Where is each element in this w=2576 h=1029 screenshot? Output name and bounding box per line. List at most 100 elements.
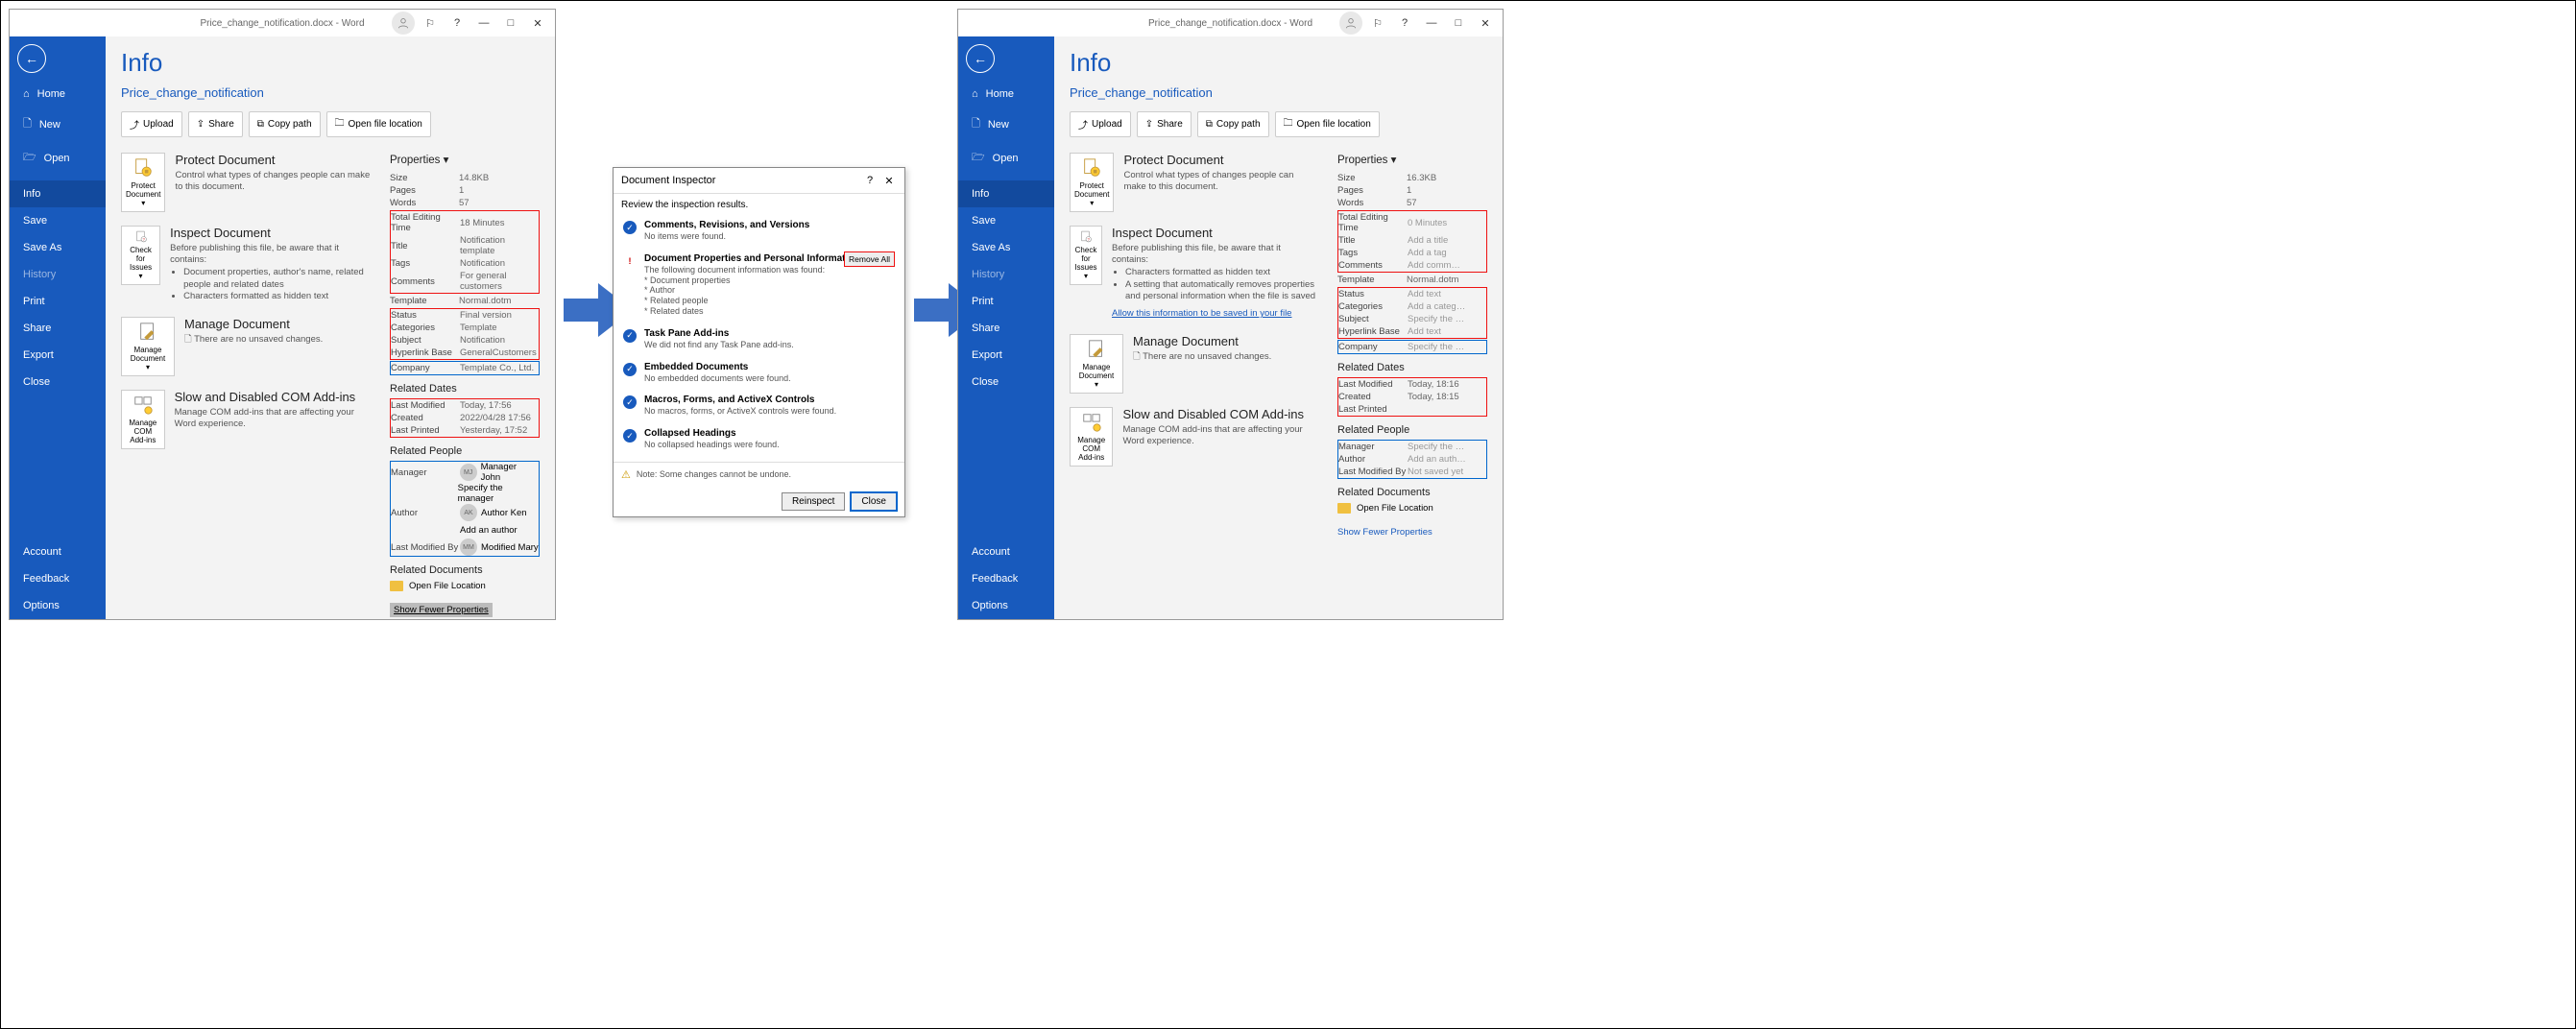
close-icon[interactable]: ✕ <box>524 12 551 35</box>
properties-header[interactable]: Properties ▾ <box>1337 153 1487 166</box>
prop-row: Last ModifiedToday, 18:16 <box>1338 378 1486 391</box>
home-icon: ⌂ <box>972 88 978 100</box>
nav-export[interactable]: Export <box>10 342 106 369</box>
nav-feedback[interactable]: Feedback <box>10 565 106 592</box>
nav-export[interactable]: Export <box>958 342 1054 369</box>
inspector-result: ✓Task Pane Add-insWe did not find any Ta… <box>621 323 897 356</box>
account-icon[interactable] <box>392 12 415 35</box>
prop-row: Total Editing Time0 Minutes <box>1338 211 1486 234</box>
close-icon[interactable]: ✕ <box>881 174 897 187</box>
word-window-after: Price_change_notification.docx - Word ⚐ … <box>957 9 1504 620</box>
nav-open[interactable]: 🗁Open <box>10 141 106 175</box>
nav-history: History <box>958 261 1054 288</box>
inspector-result: ✓Embedded DocumentsNo embedded documents… <box>621 356 897 390</box>
manage-document-button[interactable]: Manage Document ▾ <box>1070 334 1123 394</box>
open-file-location-link[interactable]: Open File Location <box>1337 502 1487 514</box>
nav-home[interactable]: ⌂Home <box>10 81 106 108</box>
info-toolbar: ⤴Upload ⇪Share ⧉Copy path 🗀Open file loc… <box>1070 111 1487 137</box>
page-title: Info <box>1070 48 1487 78</box>
upload-button[interactable]: ⤴Upload <box>121 111 182 137</box>
folder-icon: 🗀 <box>1284 116 1293 132</box>
coming-soon-icon[interactable]: ⚐ <box>1364 12 1391 35</box>
nav-home[interactable]: ⌂Home <box>958 81 1054 108</box>
prop-row: TitleNotification template <box>391 234 539 257</box>
back-button[interactable]: ← <box>17 44 46 73</box>
allow-save-link[interactable]: Allow this information to be saved in yo… <box>1112 308 1291 319</box>
avatar: AK <box>460 504 477 521</box>
check-icon: ✓ <box>623 329 637 343</box>
nav-save-as[interactable]: Save As <box>958 234 1054 261</box>
manage-com-button[interactable]: Manage COM Add-ins <box>121 390 165 449</box>
help-icon[interactable]: ? <box>444 12 470 35</box>
prop-row: Words57 <box>1337 197 1487 209</box>
nav-close[interactable]: Close <box>10 369 106 395</box>
minimize-icon[interactable]: ― <box>470 12 497 35</box>
maximize-icon[interactable]: □ <box>1445 12 1472 35</box>
account-icon[interactable] <box>1339 12 1362 35</box>
nav-print[interactable]: Print <box>10 288 106 315</box>
help-icon[interactable]: ? <box>862 174 878 187</box>
nav-options[interactable]: Options <box>958 592 1054 619</box>
reinspect-button[interactable]: Reinspect <box>782 492 845 511</box>
prop-row: Size14.8KB <box>390 172 540 184</box>
open-file-location-link[interactable]: Open File Location <box>390 580 540 592</box>
properties-header[interactable]: Properties ▾ <box>390 153 540 166</box>
close-button[interactable]: Close <box>851 492 897 511</box>
manage-section: Manage Document ▾ Manage Document🗋 There… <box>1070 334 1318 394</box>
titlebar: Price_change_notification.docx - Word ⚐ … <box>958 10 1503 36</box>
upload-icon: ⤴ <box>130 117 139 132</box>
manage-document-button[interactable]: Manage Document ▾ <box>121 317 175 376</box>
inspect-section: ?Check for Issues ▾ Inspect DocumentBefo… <box>121 226 371 303</box>
nav-save[interactable]: Save <box>958 207 1054 234</box>
open-location-button[interactable]: 🗀Open file location <box>1275 111 1380 137</box>
filename-link[interactable]: Price_change_notification <box>1070 85 1487 100</box>
prop-row: Last PrintedYesterday, 17:52 <box>391 424 539 437</box>
info-toolbar: ⤴Upload ⇪Share ⧉Copy path 🗀Open file loc… <box>121 111 540 137</box>
remove-all-button[interactable]: Remove All <box>844 251 895 267</box>
nav-open[interactable]: 🗁Open <box>958 141 1054 175</box>
check-issues-button[interactable]: ?Check for Issues ▾ <box>121 226 160 285</box>
dialog-note: ⚠Note: Some changes cannot be undone. <box>614 462 904 487</box>
nav-print[interactable]: Print <box>958 288 1054 315</box>
back-button[interactable]: ← <box>966 44 995 73</box>
properties-panel: Properties ▾ Size16.3KBPages1Words57 Tot… <box>1337 153 1487 539</box>
nav-feedback[interactable]: Feedback <box>958 565 1054 592</box>
nav-new[interactable]: 🗋New <box>10 108 106 141</box>
warning-icon: ⚠ <box>621 468 631 481</box>
manage-com-button[interactable]: Manage COM Add-ins <box>1070 407 1113 467</box>
nav-info[interactable]: Info <box>10 180 106 207</box>
copy-path-button[interactable]: ⧉Copy path <box>249 111 321 137</box>
nav-close[interactable]: Close <box>958 369 1054 395</box>
backstage-main: Info Price_change_notification ⤴Upload ⇪… <box>1054 36 1503 619</box>
close-icon[interactable]: ✕ <box>1472 12 1499 35</box>
minimize-icon[interactable]: ― <box>1418 12 1445 35</box>
nav-save[interactable]: Save <box>10 207 106 234</box>
nav-share[interactable]: Share <box>958 315 1054 342</box>
protect-document-button[interactable]: Protect Document ▾ <box>121 153 165 212</box>
share-button[interactable]: ⇪Share <box>1137 111 1192 137</box>
nav-share[interactable]: Share <box>10 315 106 342</box>
maximize-icon[interactable]: □ <box>497 12 524 35</box>
show-fewer-link[interactable]: Show Fewer Properties <box>1337 527 1432 538</box>
backstage-main: Info Price_change_notification ⤴Upload ⇪… <box>106 36 555 619</box>
nav-new[interactable]: 🗋New <box>958 108 1054 141</box>
open-location-button[interactable]: 🗀Open file location <box>326 111 431 137</box>
nav-account[interactable]: Account <box>958 538 1054 565</box>
nav-save-as[interactable]: Save As <box>10 234 106 261</box>
show-fewer-link[interactable]: Show Fewer Properties <box>390 603 493 617</box>
share-button[interactable]: ⇪Share <box>188 111 243 137</box>
prop-row: TagsAdd a tag <box>1338 247 1486 259</box>
check-issues-button[interactable]: ?Check for Issues ▾ <box>1070 226 1102 285</box>
nav-info[interactable]: Info <box>958 180 1054 207</box>
nav-options[interactable]: Options <box>10 592 106 619</box>
upload-button[interactable]: ⤴Upload <box>1070 111 1131 137</box>
prop-row: CategoriesAdd a categ… <box>1338 300 1486 313</box>
prop-row: Last Modified ByNot saved yet <box>1338 466 1486 478</box>
prop-row: Total Editing Time18 Minutes <box>391 211 539 234</box>
protect-document-button[interactable]: Protect Document ▾ <box>1070 153 1114 212</box>
help-icon[interactable]: ? <box>1391 12 1418 35</box>
coming-soon-icon[interactable]: ⚐ <box>417 12 444 35</box>
copy-path-button[interactable]: ⧉Copy path <box>1197 111 1269 137</box>
filename-link[interactable]: Price_change_notification <box>121 85 540 100</box>
nav-account[interactable]: Account <box>10 538 106 565</box>
